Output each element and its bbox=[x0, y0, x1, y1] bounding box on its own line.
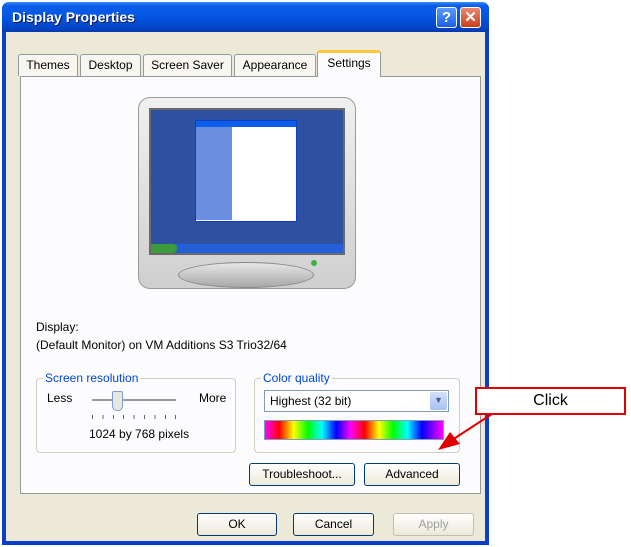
window-title: Display Properties bbox=[12, 9, 135, 25]
screen-resolution-legend: Screen resolution bbox=[43, 371, 141, 385]
tab-desktop[interactable]: Desktop bbox=[80, 54, 141, 76]
resolution-value: 1024 by 768 pixels bbox=[89, 427, 190, 441]
color-quality-legend: Color quality bbox=[261, 371, 332, 385]
resolution-slider-ticks bbox=[92, 415, 176, 419]
color-spectrum-preview bbox=[264, 420, 444, 440]
resolution-slider-thumb[interactable] bbox=[111, 391, 123, 411]
apply-button[interactable]: Apply bbox=[393, 513, 474, 536]
ok-button[interactable]: OK bbox=[197, 513, 277, 536]
monitor-stand bbox=[178, 262, 314, 288]
chevron-down-icon[interactable]: ▼ bbox=[430, 392, 447, 410]
color-quality-selected: Highest (32 bit) bbox=[270, 394, 352, 408]
resolution-more-label: More bbox=[199, 391, 227, 405]
troubleshoot-button[interactable]: Troubleshoot... bbox=[249, 463, 355, 486]
screen-resolution-group: Screen resolution Less More 1024 by 768 … bbox=[36, 371, 236, 453]
cancel-button[interactable]: Cancel bbox=[293, 513, 374, 536]
tab-settings[interactable]: Settings bbox=[317, 50, 381, 77]
display-label: Display: bbox=[36, 320, 79, 334]
resolution-slider-track[interactable] bbox=[92, 399, 176, 401]
callout-arrow bbox=[438, 413, 493, 450]
preview-window bbox=[195, 120, 297, 222]
advanced-button[interactable]: Advanced bbox=[364, 463, 460, 486]
monitor-screen bbox=[149, 108, 345, 255]
title-bar[interactable]: Display Properties ? ✕ bbox=[2, 2, 489, 32]
tab-appearance[interactable]: Appearance bbox=[234, 54, 316, 76]
tab-screen-saver[interactable]: Screen Saver bbox=[143, 54, 232, 76]
close-button[interactable]: ✕ bbox=[460, 7, 481, 28]
tab-themes[interactable]: Themes bbox=[18, 54, 78, 76]
resolution-less-label: Less bbox=[47, 391, 73, 405]
monitor-preview bbox=[138, 97, 356, 289]
help-button[interactable]: ? bbox=[436, 7, 457, 28]
color-quality-select[interactable]: Highest (32 bit) ▼ bbox=[264, 390, 449, 412]
display-value: (Default Monitor) on VM Additions S3 Tri… bbox=[36, 338, 287, 352]
preview-taskbar bbox=[151, 244, 343, 253]
power-led-icon bbox=[311, 260, 317, 266]
